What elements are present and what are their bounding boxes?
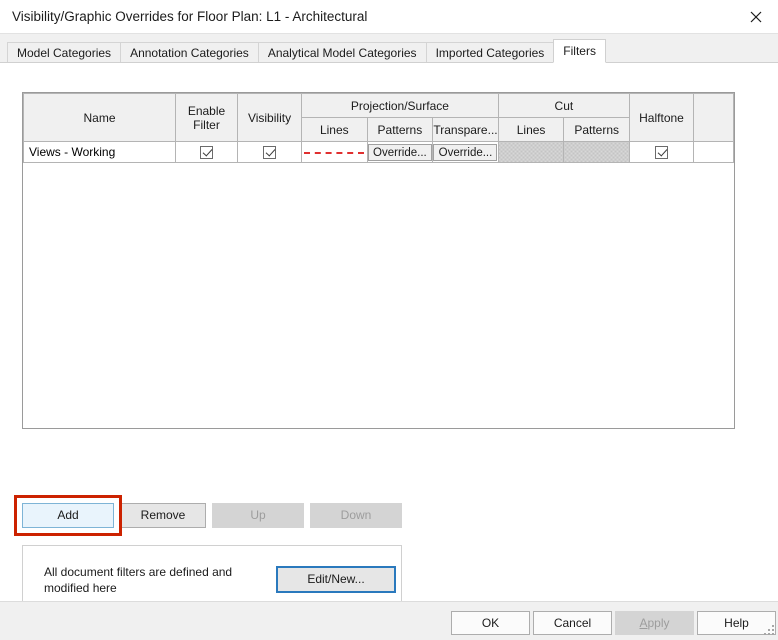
edit-new-button[interactable]: Edit/New... [276, 566, 396, 593]
column-header-visibility[interactable]: Visibility [237, 93, 302, 142]
filters-grid-body: Views - Working Override... Override... [23, 141, 734, 163]
title-bar: Visibility/Graphic Overrides for Floor P… [0, 0, 778, 34]
filters-grid-header: Name Enable Filter Visibility Projection… [23, 93, 734, 142]
close-button[interactable] [734, 0, 778, 33]
column-header-spacer [693, 93, 734, 142]
cell-visibility[interactable] [237, 141, 302, 163]
enable-filter-line-2: Filter [193, 117, 220, 132]
column-header-cut-lines[interactable]: Lines [497, 117, 565, 142]
column-header-enable-filter[interactable]: Enable Filter [175, 93, 238, 142]
add-button[interactable]: Add [22, 503, 114, 528]
cell-enable-filter[interactable] [175, 141, 238, 163]
projection-transparency-override-button[interactable]: Override... [433, 143, 498, 161]
dialog-footer: OK Cancel Apply Help [0, 601, 778, 640]
remove-button[interactable]: Remove [120, 503, 206, 528]
filters-panel: Name Enable Filter Visibility Projection… [0, 62, 778, 615]
visibility-checkbox[interactable] [263, 146, 276, 160]
column-header-name[interactable]: Name [23, 93, 176, 142]
column-header-cut-patterns[interactable]: Patterns [563, 117, 630, 142]
tab-imported-categories[interactable]: Imported Categories [425, 42, 555, 63]
cancel-button[interactable]: Cancel [533, 611, 612, 635]
column-header-projection-lines[interactable]: Lines [301, 117, 368, 142]
cell-cut-lines [497, 141, 565, 163]
down-button: Down [310, 503, 402, 528]
projection-patterns-override-button[interactable]: Override... [367, 143, 432, 161]
tab-annotation-categories[interactable]: Annotation Categories [120, 42, 259, 63]
column-header-projection-patterns[interactable]: Patterns [366, 117, 434, 142]
cell-halftone[interactable] [629, 141, 694, 163]
tab-analytical-model-categories[interactable]: Analytical Model Categories [257, 42, 427, 63]
cell-cut-patterns [563, 141, 630, 163]
resize-grip-icon[interactable] [763, 625, 775, 637]
filters-grid: Name Enable Filter Visibility Projection… [23, 93, 734, 163]
column-header-cut[interactable]: Cut [497, 93, 631, 118]
enable-filter-line-1: Enable [187, 103, 226, 118]
apply-button: Apply [615, 611, 694, 635]
filter-info-text: All document filters are defined and mod… [44, 565, 233, 595]
tab-filters[interactable]: Filters [553, 39, 606, 63]
column-header-projection-surface[interactable]: Projection/Surface [301, 93, 499, 118]
apply-mnemonic: A [639, 616, 648, 630]
column-header-halftone[interactable]: Halftone [629, 93, 694, 142]
filters-table: Name Enable Filter Visibility Projection… [22, 92, 735, 429]
cell-filter-name[interactable]: Views - Working [23, 141, 176, 163]
close-icon [750, 11, 762, 22]
apply-label-rest: pply [647, 616, 670, 630]
column-header-projection-transparency[interactable]: Transpare... [432, 117, 499, 142]
up-button: Up [212, 503, 304, 528]
ok-button[interactable]: OK [451, 611, 530, 635]
halftone-checkbox[interactable] [655, 146, 668, 160]
tab-strip: Model Categories Annotation Categories A… [0, 34, 778, 63]
cell-spacer [693, 141, 734, 163]
window-title: Visibility/Graphic Overrides for Floor P… [12, 9, 368, 24]
dashed-red-line-icon [304, 151, 365, 154]
cell-projection-lines[interactable] [301, 141, 368, 163]
cell-projection-patterns[interactable]: Override... [366, 141, 434, 163]
tab-model-categories[interactable]: Model Categories [7, 42, 122, 63]
cell-projection-transparency[interactable]: Override... [432, 141, 499, 163]
table-row[interactable]: Views - Working Override... Override... [23, 141, 734, 163]
enable-filter-checkbox[interactable] [200, 146, 213, 160]
